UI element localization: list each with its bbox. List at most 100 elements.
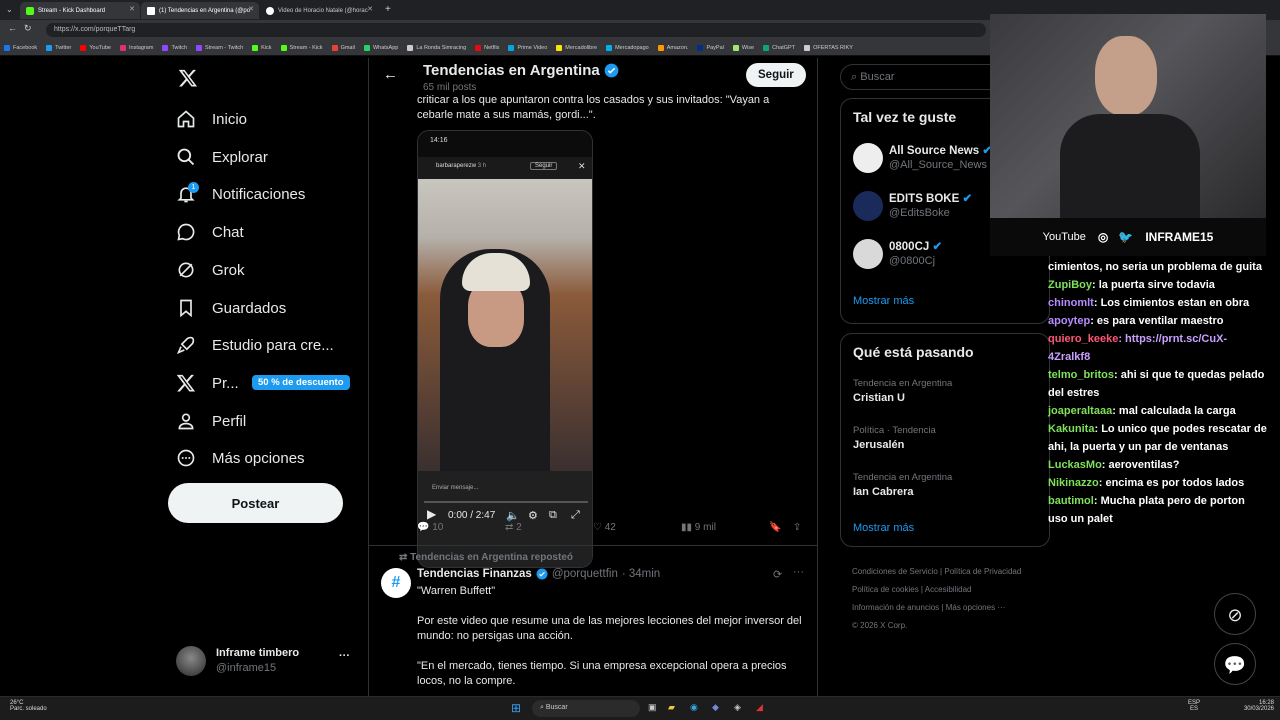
follow-button[interactable]: Seguir xyxy=(746,63,806,87)
bookmark-14[interactable]: Mercadopago xyxy=(606,44,649,51)
back-icon[interactable]: ← xyxy=(8,23,17,33)
chat-username[interactable]: joaperaltaaa xyxy=(1048,405,1112,417)
bookmark-icon[interactable]: 🔖 xyxy=(769,522,781,533)
trend-item[interactable]: Política · Tendencia Jerusalén xyxy=(853,425,1043,451)
video-progress[interactable] xyxy=(424,501,588,503)
nav-item-chat[interactable]: Chat xyxy=(176,216,244,248)
footer-link[interactable]: Política de cookies xyxy=(852,585,919,594)
tweet-more-icon[interactable]: ··· xyxy=(793,566,804,578)
chat-username[interactable]: quiero_keeke xyxy=(1048,333,1118,345)
taskbar-search[interactable]: ⌕ Buscar xyxy=(532,700,640,717)
bookmark-16[interactable]: PayPal xyxy=(697,44,724,51)
fullscreen-icon[interactable]: ⤢ xyxy=(571,509,580,522)
bookmark-15[interactable]: Amazon. xyxy=(657,44,688,51)
tweet-video[interactable]: 14:16 barbaraperezw 3 h Seguir ✕ Enviar me… xyxy=(417,130,593,568)
x-logo-icon[interactable] xyxy=(178,68,198,88)
pip-icon[interactable]: ⧉ xyxy=(549,509,557,522)
close-tab-icon[interactable]: ✕ xyxy=(248,5,254,13)
left-navigation: Inicio Explorar Notificaciones Chat Grok Guar… xyxy=(168,58,368,698)
trends-show-more[interactable]: Mostrar más xyxy=(853,522,914,534)
bookmark-4[interactable]: Twitch xyxy=(162,44,187,51)
reply-button[interactable]: 💬 10 xyxy=(417,522,443,533)
windows-start-icon[interactable]: ⊞ xyxy=(511,701,521,715)
nav-item-person[interactable]: Perfil xyxy=(176,405,246,437)
game-icon[interactable]: ◢ xyxy=(756,702,763,713)
settings-icon[interactable]: ⚙ xyxy=(528,509,538,522)
footer-link[interactable]: Información de anuncios xyxy=(852,603,939,612)
clock[interactable]: 16:28 30/03/2026 xyxy=(1236,700,1274,712)
author-name[interactable]: Tendencias Finanzas xyxy=(417,568,532,580)
bookmark-1[interactable]: Twitter xyxy=(46,44,71,51)
weather-widget[interactable]: 26°C Parc. soleado xyxy=(10,700,47,712)
tab-tendencias[interactable]: (1) Tendencias en Argentina (@po ✕ xyxy=(141,2,259,19)
chat-float-button[interactable]: 💬 xyxy=(1214,643,1256,685)
footer-link[interactable]: Accesibilidad xyxy=(925,585,972,594)
share-icon[interactable]: ⇪ xyxy=(793,522,801,533)
nav-item-bookmark[interactable]: Guardados xyxy=(176,292,286,324)
bookmark-7[interactable]: Stream - Kick xyxy=(280,44,323,51)
suggestions-show-more[interactable]: Mostrar más xyxy=(853,295,914,307)
chat-username[interactable]: LuckasMo xyxy=(1048,459,1102,471)
tab-kick-dashboard[interactable]: Stream - Kick Dashboard ✕ xyxy=(20,2,140,19)
bookmark-11[interactable]: Netflix xyxy=(475,44,499,51)
footer-link[interactable]: Política de Privacidad xyxy=(944,567,1021,576)
bookmark-8[interactable]: Gmail xyxy=(331,44,355,51)
repost-button[interactable]: ⇄ 2 xyxy=(505,522,522,533)
premium-discount-badge[interactable]: 50 % de descuento xyxy=(252,375,350,390)
grok-icon[interactable]: ⟳ xyxy=(773,568,782,581)
nav-item-home[interactable]: Inicio xyxy=(176,103,247,135)
chat-username[interactable]: chinomlt xyxy=(1048,297,1094,309)
chat-username[interactable]: bautimol xyxy=(1048,495,1094,507)
trend-item[interactable]: Tendencia en Argentina Cristian U xyxy=(853,378,1043,404)
bookmark-10[interactable]: La Ronda Simracing xyxy=(407,44,466,51)
nav-item-x[interactable]: Pr... xyxy=(176,367,239,399)
discord-icon[interactable]: ◆ xyxy=(712,702,719,713)
play-icon[interactable]: ▶ xyxy=(427,507,436,521)
bookmark-2[interactable]: YouTube xyxy=(80,44,111,51)
tab-list-icon[interactable]: ⌄ xyxy=(6,5,13,14)
chat-username[interactable]: Nikinazzo xyxy=(1048,477,1099,489)
nav-label: Pr... xyxy=(212,374,239,392)
close-tab-icon[interactable]: ✕ xyxy=(129,5,135,13)
bookmark-9[interactable]: WhatsApp xyxy=(363,44,398,51)
account-switcher[interactable]: Inframe timbero @inframe15 ··· xyxy=(176,644,356,678)
grok-float-button[interactable]: ⊘ xyxy=(1214,593,1256,635)
url-field[interactable]: https://x.com/porqueTTarg xyxy=(46,23,986,37)
post-button[interactable]: Postear xyxy=(168,483,343,523)
back-arrow-icon[interactable]: ← xyxy=(383,66,398,83)
chat-username[interactable]: Kakunita xyxy=(1048,423,1094,435)
bookmark-0[interactable]: Facebook xyxy=(4,44,37,51)
chat-username[interactable]: ZupiBoy xyxy=(1048,279,1092,291)
footer-link[interactable]: Más opciones ··· xyxy=(946,603,1006,612)
trend-item[interactable]: Tendencia en Argentina Ian Cabrera xyxy=(853,472,1043,498)
volume-icon[interactable]: 🔈 xyxy=(506,509,520,522)
bookmark-13[interactable]: Mercadolibre xyxy=(556,44,597,51)
new-tab-icon[interactable]: + xyxy=(385,4,391,15)
chat-username[interactable]: apoytep xyxy=(1048,315,1090,327)
chat-username[interactable]: telmo_britos xyxy=(1048,369,1114,381)
tweet-author-avatar[interactable]: # xyxy=(381,568,411,598)
bookmark-6[interactable]: Kick xyxy=(252,44,272,51)
file-explorer-icon[interactable]: ▰ xyxy=(668,702,675,713)
edge-icon[interactable]: ◉ xyxy=(690,702,698,713)
nav-item-grok[interactable]: Grok xyxy=(176,254,245,286)
nav-item-rocket[interactable]: Estudio para cre... xyxy=(176,329,334,361)
task-view-icon[interactable]: ▣ xyxy=(648,702,657,713)
more-icon[interactable]: ··· xyxy=(339,650,350,662)
bookmark-17[interactable]: Wise xyxy=(732,44,754,51)
steam-icon[interactable]: ◈ xyxy=(734,702,741,713)
nav-item-search[interactable]: Explorar xyxy=(176,141,268,173)
bookmark-5[interactable]: Stream - Twitch xyxy=(196,44,243,51)
bookmark-3[interactable]: Instagram xyxy=(119,44,153,51)
reload-icon[interactable]: ↻ xyxy=(24,23,32,34)
nav-item-more[interactable]: Más opciones xyxy=(176,442,305,474)
bookmark-19[interactable]: OFERTAS RIKY xyxy=(804,44,853,51)
close-tab-icon[interactable]: ✕ xyxy=(367,5,373,13)
like-button[interactable]: ♡ 42 xyxy=(593,522,616,533)
footer-link[interactable]: Condiciones de Servicio xyxy=(852,567,938,576)
views-button[interactable]: ▮▮ 9 mil xyxy=(681,522,716,533)
tab-video-horacio[interactable]: Video de Horacio Natale (@horac ✕ xyxy=(260,2,378,19)
language-indicator[interactable]: ESP ES xyxy=(1188,700,1200,712)
bookmark-18[interactable]: ChatGPT xyxy=(763,44,795,51)
bookmark-12[interactable]: Prime Video xyxy=(508,44,547,51)
